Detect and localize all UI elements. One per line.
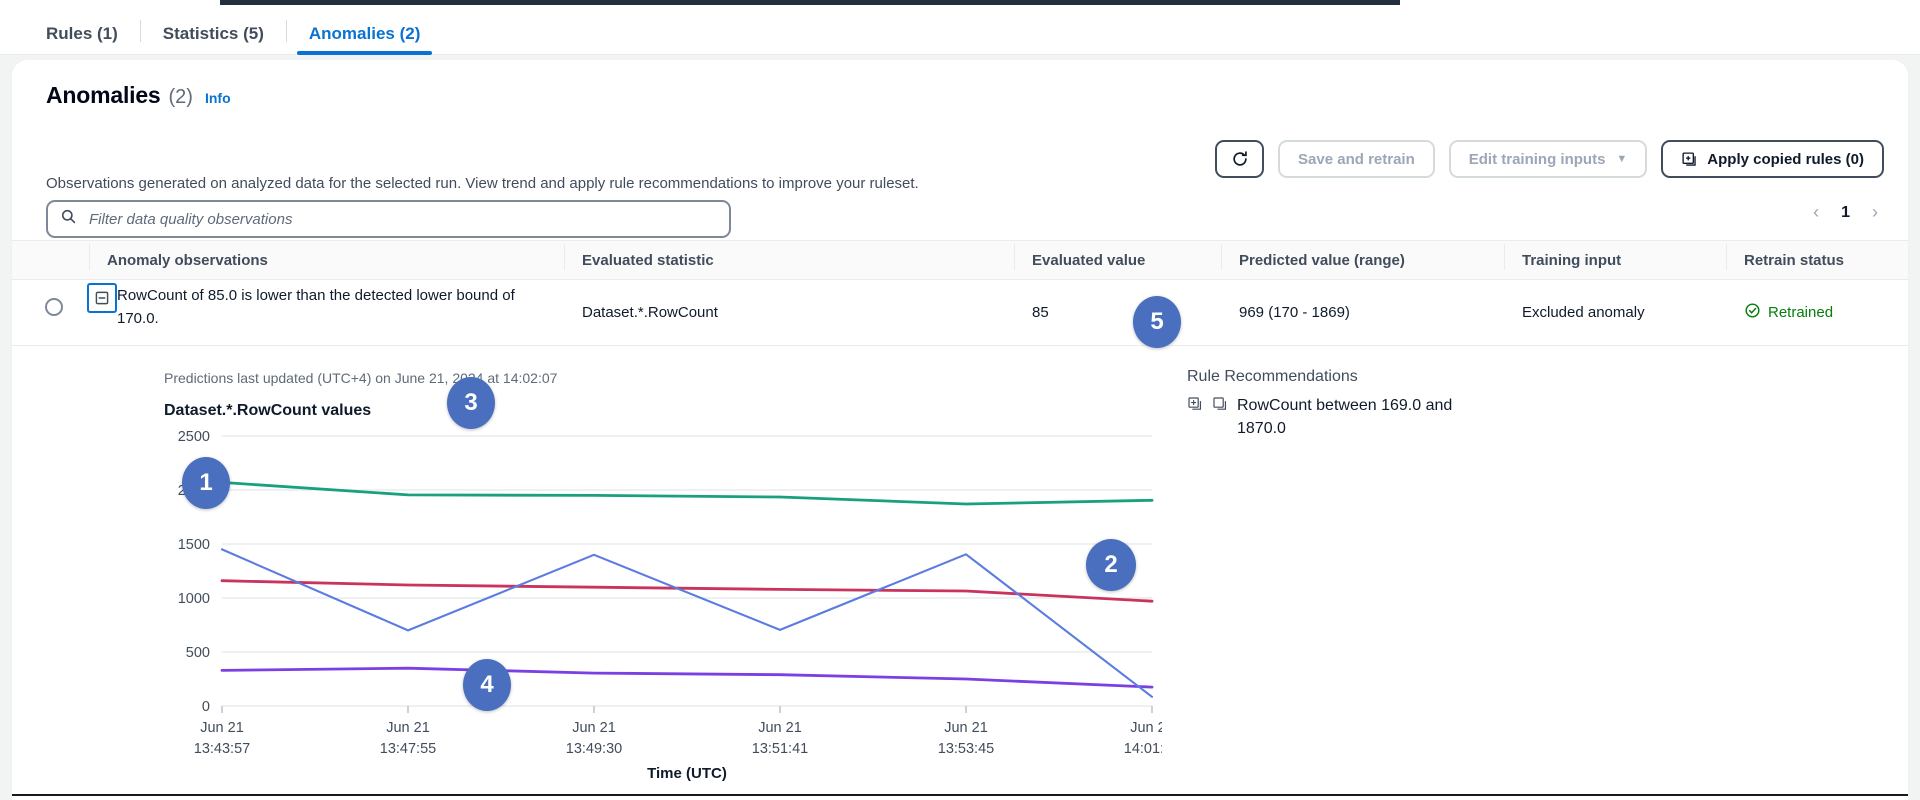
tab-rules[interactable]: Rules (1)	[24, 25, 140, 54]
svg-text:1500: 1500	[178, 537, 210, 553]
svg-text:14:01:55: 14:01:55	[1124, 741, 1162, 757]
add-rule-icon[interactable]	[1187, 396, 1203, 419]
tab-anomalies-label: Anomalies (2)	[309, 24, 420, 43]
retrain-status-label: Retrained	[1768, 304, 1833, 321]
info-link[interactable]: Info	[205, 90, 231, 106]
pagination-next[interactable]: ›	[1872, 202, 1878, 223]
callout-marker-4: 4	[463, 659, 511, 711]
column-header-training-input: Training input	[1522, 252, 1621, 269]
actions-toolbar: Save and retrain Edit training inputs ▼ …	[1215, 140, 1884, 178]
callout-marker-3: 3	[447, 377, 495, 429]
page-title: Anomalies	[46, 82, 161, 109]
save-and-retrain-button[interactable]: Save and retrain	[1278, 140, 1435, 178]
svg-text:13:43:57: 13:43:57	[194, 741, 250, 757]
callout-marker-1: 1	[182, 457, 230, 509]
cell-evaluated-statistic: Dataset.*.RowCount	[564, 304, 1014, 321]
top-strip	[0, 0, 1920, 8]
column-divider	[1221, 244, 1222, 270]
svg-text:2500: 2500	[178, 429, 210, 445]
save-and-retrain-label: Save and retrain	[1298, 151, 1415, 168]
rule-recommendation-text: RowCount between 169.0 and 1870.0	[1237, 394, 1487, 440]
tab-statistics[interactable]: Statistics (5)	[141, 25, 286, 54]
search-input[interactable]	[87, 210, 717, 229]
column-divider	[1014, 244, 1015, 270]
cell-predicted-value: 969 (170 - 1869)	[1221, 304, 1504, 321]
anomaly-trend-chart[interactable]: 05001000150020002500Jun 2113:43:57Jun 21…	[152, 426, 1162, 786]
page-description: Observations generated on analyzed data …	[46, 175, 919, 192]
svg-text:Jun 21: Jun 21	[386, 720, 430, 736]
rule-recommendations: Rule Recommendations	[1187, 368, 1487, 440]
edit-training-inputs-button[interactable]: Edit training inputs ▼	[1449, 140, 1648, 178]
tab-rules-label: Rules (1)	[46, 24, 118, 43]
callout-marker-5: 5	[1133, 296, 1181, 348]
anomaly-detail-panel: Predictions last updated (UTC+4) on June…	[12, 346, 1908, 800]
tab-bar: Rules (1) Statistics (5) Anomalies (2)	[0, 8, 1920, 55]
cell-training-input: Excluded anomaly	[1504, 304, 1726, 321]
refresh-button[interactable]	[1215, 140, 1264, 178]
page-title-count: (2)	[169, 86, 193, 109]
svg-text:Jun 21: Jun 21	[200, 720, 244, 736]
filter-box[interactable]	[46, 200, 731, 238]
column-divider	[89, 244, 90, 270]
column-header-evaluated-statistic: Evaluated statistic	[582, 252, 714, 269]
copy-rule-icon[interactable]	[1212, 396, 1228, 419]
tab-statistics-label: Statistics (5)	[163, 24, 264, 43]
column-divider	[1504, 244, 1505, 270]
column-header-retrain-status: Retrain status	[1744, 252, 1844, 269]
chevron-down-icon: ▼	[1616, 154, 1627, 165]
top-strip-dark-bar	[220, 0, 1400, 5]
pagination-page-1[interactable]: 1	[1841, 204, 1850, 222]
callout-marker-2: 2	[1086, 539, 1136, 591]
svg-text:13:51:41: 13:51:41	[752, 741, 808, 757]
bottom-rule	[12, 794, 1908, 796]
cell-evaluated-value: 85	[1014, 304, 1221, 321]
svg-text:Time (UTC): Time (UTC)	[647, 765, 727, 782]
row-expand-toggle[interactable]	[87, 283, 117, 313]
column-divider	[564, 244, 565, 270]
page-root: Rules (1) Statistics (5) Anomalies (2) A…	[0, 0, 1920, 800]
tab-anomalies[interactable]: Anomalies (2)	[287, 25, 442, 54]
apply-copied-rules-label: Apply copied rules (0)	[1707, 151, 1864, 168]
svg-text:1000: 1000	[178, 591, 210, 607]
row-select-radio[interactable]	[45, 298, 63, 316]
table-header: Anomaly observations Evaluated statistic…	[12, 240, 1908, 280]
anomalies-card: Anomalies (2) Info Observations generate…	[12, 60, 1908, 800]
page-title-row: Anomalies (2) Info	[46, 82, 231, 109]
svg-text:13:49:30: 13:49:30	[566, 741, 622, 757]
refresh-icon	[1231, 150, 1249, 168]
cell-retrain-status: Retrained	[1726, 302, 1908, 323]
svg-text:Jun 21: Jun 21	[944, 720, 988, 736]
copy-rules-icon	[1681, 151, 1698, 168]
svg-text:Jun 21: Jun 21	[1130, 720, 1162, 736]
cell-anomaly-observation: RowCount of 85.0 is lower than the detec…	[117, 284, 517, 331]
svg-text:0: 0	[202, 699, 210, 715]
svg-text:13:53:45: 13:53:45	[938, 741, 994, 757]
apply-copied-rules-button[interactable]: Apply copied rules (0)	[1661, 140, 1884, 178]
column-header-evaluated-value: Evaluated value	[1032, 252, 1145, 269]
column-divider	[1726, 244, 1727, 270]
chart-title: Dataset.*.RowCount values	[164, 402, 371, 420]
pagination: ‹ 1 ›	[1813, 202, 1878, 223]
edit-training-inputs-label: Edit training inputs	[1469, 151, 1606, 168]
pagination-prev[interactable]: ‹	[1813, 202, 1819, 223]
search-icon	[60, 208, 77, 230]
svg-text:Jun 21: Jun 21	[572, 720, 616, 736]
svg-text:13:47:55: 13:47:55	[380, 741, 436, 757]
rule-recommendations-title: Rule Recommendations	[1187, 368, 1487, 386]
rule-recommendation-item: RowCount between 169.0 and 1870.0	[1187, 394, 1487, 440]
chart-svg: 05001000150020002500Jun 2113:43:57Jun 21…	[152, 426, 1162, 786]
svg-text:Jun 21: Jun 21	[758, 720, 802, 736]
svg-text:500: 500	[186, 645, 210, 661]
column-header-anomaly-observations: Anomaly observations	[107, 252, 268, 269]
column-header-predicted-value: Predicted value (range)	[1239, 252, 1405, 269]
predictions-last-updated: Predictions last updated (UTC+4) on June…	[164, 370, 557, 386]
success-check-icon	[1744, 302, 1761, 323]
